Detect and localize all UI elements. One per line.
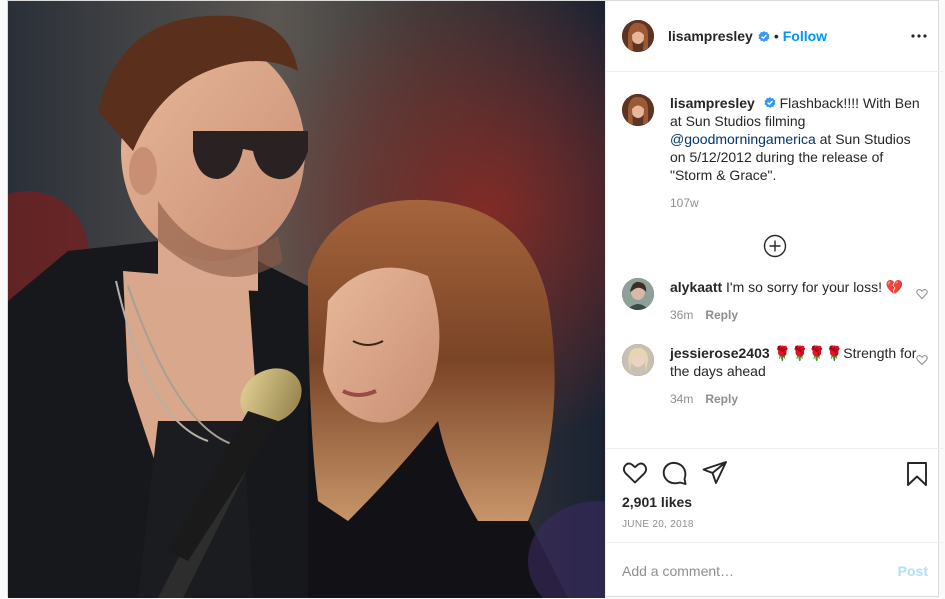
like-comment-heart-icon[interactable] — [916, 353, 928, 366]
reply-button[interactable]: Reply — [705, 392, 738, 406]
comment-meta: 34m Reply — [670, 392, 928, 406]
like-comment-heart-icon[interactable] — [916, 287, 928, 300]
comment-body: jessierose2403 🌹🌹🌹🌹Strength for the days… — [670, 344, 928, 406]
post-header: lisampresley • Follow — [606, 1, 944, 72]
post-photo-image — [8, 1, 605, 598]
post-actions: 2,901 likes JUNE 20, 2018 — [606, 448, 944, 542]
caption-mention-link[interactable]: @goodmorningamerica — [670, 131, 816, 147]
caption-avatar[interactable] — [622, 94, 654, 126]
action-icons — [622, 459, 928, 487]
comment-text: I'm so sorry for your loss! 💔 — [726, 279, 904, 295]
comment-item: jessierose2403 🌹🌹🌹🌹Strength for the days… — [622, 344, 928, 406]
post-date[interactable]: JUNE 20, 2018 — [622, 519, 928, 530]
share-icon[interactable] — [702, 460, 728, 486]
post-container: lisampresley • Follow lisampresley Flash… — [7, 0, 944, 598]
add-comment-input[interactable] — [622, 562, 898, 579]
post-caption: lisampresley Flashback!!!! With Ben at S… — [622, 94, 928, 210]
verified-badge-icon — [764, 95, 776, 108]
author-username[interactable]: lisampresley — [668, 28, 753, 44]
verified-badge-icon — [758, 30, 770, 42]
load-more-comments-button[interactable] — [622, 234, 928, 258]
separator-dot: • — [773, 28, 779, 44]
reply-button[interactable]: Reply — [705, 308, 738, 322]
post-side-panel: lisampresley • Follow lisampresley Flash… — [605, 1, 944, 598]
comment-meta: 36m Reply — [670, 308, 928, 322]
follow-button[interactable]: Follow — [783, 28, 827, 44]
comments-list[interactable]: lisampresley Flashback!!!! With Ben at S… — [606, 72, 944, 448]
post-comment-button[interactable]: Post — [898, 563, 928, 579]
author-avatar[interactable] — [622, 20, 654, 52]
commenter-avatar[interactable] — [622, 344, 654, 376]
heart-icon[interactable] — [622, 460, 648, 486]
comment-icon[interactable] — [662, 460, 688, 486]
comment-body: alykaatt I'm so sorry for your loss! 💔 3… — [670, 278, 928, 322]
comment-time[interactable]: 36m — [670, 308, 693, 322]
more-horizontal-icon[interactable] — [910, 27, 928, 45]
comment-username[interactable]: alykaatt — [670, 279, 722, 295]
caption-timestamp: 107w — [670, 196, 928, 210]
post-photo[interactable] — [8, 1, 605, 598]
bookmark-icon[interactable] — [904, 461, 930, 487]
comment-username[interactable]: jessierose2403 — [670, 345, 770, 361]
plus-circle-icon — [763, 234, 787, 258]
add-comment-bar: Post — [606, 542, 944, 598]
caption-body: lisampresley Flashback!!!! With Ben at S… — [670, 94, 928, 210]
comment-time[interactable]: 34m — [670, 392, 693, 406]
commenter-avatar[interactable] — [622, 278, 654, 310]
caption-time[interactable]: 107w — [670, 196, 699, 210]
comment-item: alykaatt I'm so sorry for your loss! 💔 3… — [622, 278, 928, 322]
caption-username[interactable]: lisampresley — [670, 95, 755, 111]
likes-count[interactable]: 2,901 likes — [622, 494, 928, 510]
